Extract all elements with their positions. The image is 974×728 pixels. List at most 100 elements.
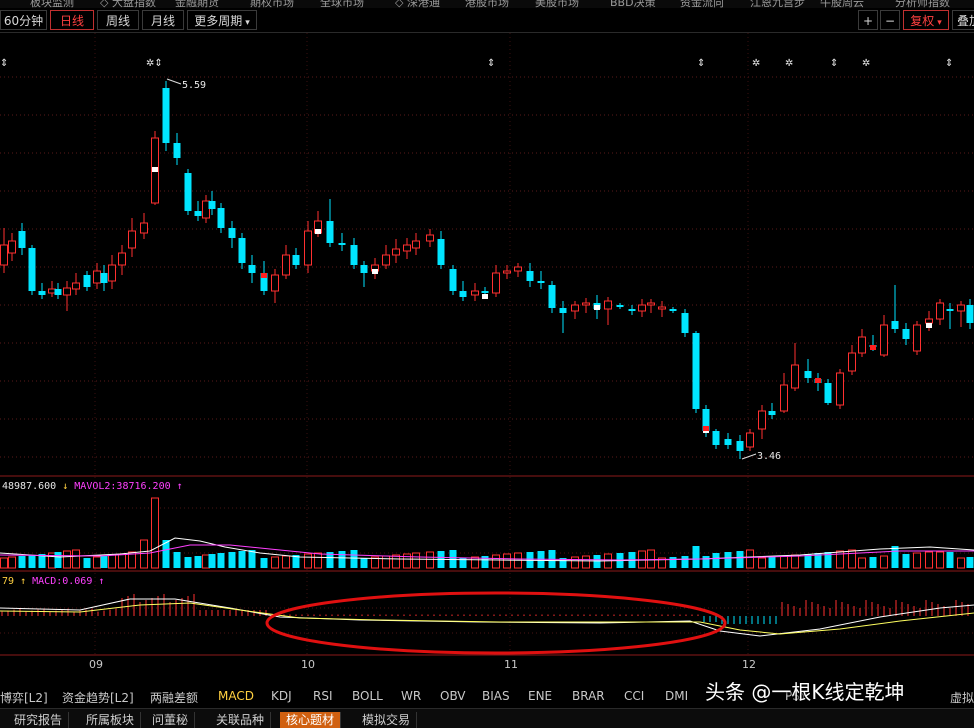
indicator-tab[interactable]: CCI bbox=[624, 689, 644, 703]
high-price-label: 5.59 bbox=[182, 80, 206, 91]
top-menu-item[interactable]: 江恩九宫步 bbox=[750, 0, 805, 8]
info-subtab-bar: 研究报告 所属板块 问董秘 关联品种 核心题材 模拟交易 bbox=[0, 708, 974, 728]
chevron-down-icon: ▾ bbox=[937, 18, 942, 28]
top-menu-item[interactable]: 牛股周云 bbox=[820, 0, 864, 8]
candle-body bbox=[412, 240, 420, 249]
candle-body bbox=[128, 230, 136, 249]
info-subtab[interactable]: 研究报告 bbox=[8, 712, 70, 728]
top-menu-item[interactable]: 资金流向 bbox=[680, 0, 724, 8]
candle-body bbox=[248, 265, 256, 273]
candle-body bbox=[184, 173, 192, 211]
zoom-out-button[interactable]: − bbox=[880, 10, 900, 30]
top-menu-item[interactable]: 港股市场 bbox=[465, 0, 509, 8]
date-axis-label: 09 bbox=[89, 658, 103, 671]
period-weekly-button[interactable]: 周线 bbox=[97, 10, 139, 30]
indicator-tab[interactable]: WR bbox=[401, 689, 421, 703]
candle-body bbox=[804, 371, 812, 378]
indicator-tab[interactable]: MACD bbox=[218, 689, 254, 703]
volume-bar bbox=[0, 557, 8, 569]
fuquan-label: 复权 bbox=[910, 14, 935, 28]
indicator-tab[interactable]: 两融差额 bbox=[150, 689, 198, 706]
candle-body bbox=[891, 321, 899, 329]
volume-bar bbox=[63, 550, 71, 569]
volume-label-row: 48987.600 ↓ MAVOL2:38716.200 ↑ bbox=[2, 481, 183, 492]
candle-body bbox=[548, 285, 556, 308]
macd-label-row: 79 ↑ MACD:0.069 ↑ bbox=[2, 576, 104, 587]
candle-body bbox=[902, 329, 910, 339]
volume-bar bbox=[869, 557, 877, 568]
candle-body bbox=[18, 231, 26, 248]
volume-bar bbox=[449, 550, 457, 568]
volume-bar bbox=[412, 552, 420, 569]
top-menu-item[interactable]: 分析师指数 bbox=[895, 0, 950, 8]
zoom-in-button[interactable]: + bbox=[858, 10, 878, 30]
macd-prefix: 79 bbox=[2, 576, 15, 587]
candle-body bbox=[108, 264, 116, 282]
volume-bar bbox=[392, 554, 400, 569]
top-menu-item[interactable]: 期权市场 bbox=[250, 0, 294, 8]
volume-bar bbox=[83, 558, 91, 568]
period-monthly-button[interactable]: 月线 bbox=[142, 10, 184, 30]
info-subtab[interactable]: 核心题材 bbox=[280, 712, 342, 728]
event-marker-icon: ⇕ bbox=[945, 58, 953, 69]
overlay-button[interactable]: 叠加 bbox=[952, 10, 974, 30]
top-menu-item[interactable]: BBD决策 bbox=[610, 0, 656, 8]
candle-body bbox=[208, 201, 216, 209]
event-marker-icon: ⇕ bbox=[830, 58, 838, 69]
fuquan-dropdown[interactable]: 复权 ▾ bbox=[903, 10, 949, 30]
indicator-tab[interactable]: KDJ bbox=[271, 689, 292, 703]
indicator-tab[interactable]: OBV bbox=[440, 689, 466, 703]
indicator-tab[interactable]: 虚拟 bbox=[950, 689, 974, 706]
candle-body bbox=[836, 372, 844, 406]
candle-body bbox=[238, 238, 246, 263]
candle-body bbox=[471, 290, 479, 296]
indicator-tab[interactable]: RSI bbox=[313, 689, 333, 703]
volume-bar bbox=[681, 556, 689, 568]
volume-bar bbox=[746, 549, 754, 569]
indicator-tab[interactable]: BRAR bbox=[572, 689, 605, 703]
kline-chart-area[interactable]: 09 10 11 12 ⇕ ✲⇕ ⇕ ⇕ ✲ ✲ ⇕ ✲ ⇕ 5.59 3.46 48987.600 ↓… bbox=[0, 33, 974, 683]
indicator-tab[interactable]: BIAS bbox=[482, 689, 510, 703]
candle-body bbox=[350, 245, 358, 265]
top-menu-item[interactable]: 美股市场 bbox=[535, 0, 579, 8]
period-daily-button[interactable]: 日线 bbox=[50, 10, 94, 30]
indicator-tab[interactable]: ENE bbox=[528, 689, 552, 703]
indicator-tab[interactable]: BOLL bbox=[352, 689, 383, 703]
indicator-tab[interactable]: 资金趋势[L2] bbox=[62, 689, 134, 706]
info-subtab[interactable]: 模拟交易 bbox=[356, 712, 418, 728]
volume-bar bbox=[314, 552, 322, 569]
top-menu-item[interactable]: ◇ 深港通 bbox=[395, 0, 440, 8]
candle-body bbox=[118, 252, 126, 266]
info-subtab[interactable]: 所属板块 bbox=[80, 712, 142, 728]
indicator-tab[interactable]: 博弈[L2] bbox=[0, 689, 48, 706]
volume-bar bbox=[571, 556, 579, 569]
event-marker-icon: ✲ bbox=[862, 58, 870, 69]
candle-body bbox=[449, 269, 457, 291]
candle-body bbox=[824, 383, 832, 403]
volume-bar bbox=[471, 556, 479, 569]
top-menu-item[interactable]: 金融期货 bbox=[175, 0, 219, 8]
info-subtab[interactable]: 问董秘 bbox=[146, 712, 196, 728]
candle-body bbox=[492, 272, 500, 294]
candle-body bbox=[858, 336, 866, 354]
period-60min-button[interactable]: 60分钟 bbox=[0, 10, 47, 30]
candle-body bbox=[326, 221, 334, 243]
top-menu-item[interactable]: 板块监测 bbox=[30, 0, 74, 8]
indicator-tab[interactable]: DMI bbox=[665, 689, 688, 703]
period-toolbar: 60分钟 日线 周线 月线 更多周期▾ + − 复权▾ 叠加 bbox=[0, 8, 974, 33]
volume-bar bbox=[8, 556, 16, 569]
top-menu-item[interactable]: 全球市场 bbox=[320, 0, 364, 8]
candle-highlight bbox=[594, 305, 600, 310]
more-periods-label: 更多周期 bbox=[194, 14, 243, 28]
candle-body bbox=[83, 275, 91, 287]
candle-body bbox=[481, 291, 489, 293]
volume-bar bbox=[93, 556, 101, 569]
candle-body bbox=[957, 304, 965, 312]
top-menu-item[interactable]: ◇ 大盘指数 bbox=[100, 0, 156, 8]
candle-body bbox=[48, 288, 56, 294]
volume-bar bbox=[647, 549, 655, 569]
info-subtab[interactable]: 关联品种 bbox=[210, 712, 272, 728]
kline-chart-svg[interactable]: 09 10 11 12 ⇕ ✲⇕ ⇕ ⇕ ✲ ✲ ⇕ ✲ ⇕ 5.593.46 bbox=[0, 33, 974, 683]
volume-bar bbox=[100, 556, 108, 568]
more-periods-dropdown[interactable]: 更多周期 ▾ bbox=[187, 10, 257, 30]
